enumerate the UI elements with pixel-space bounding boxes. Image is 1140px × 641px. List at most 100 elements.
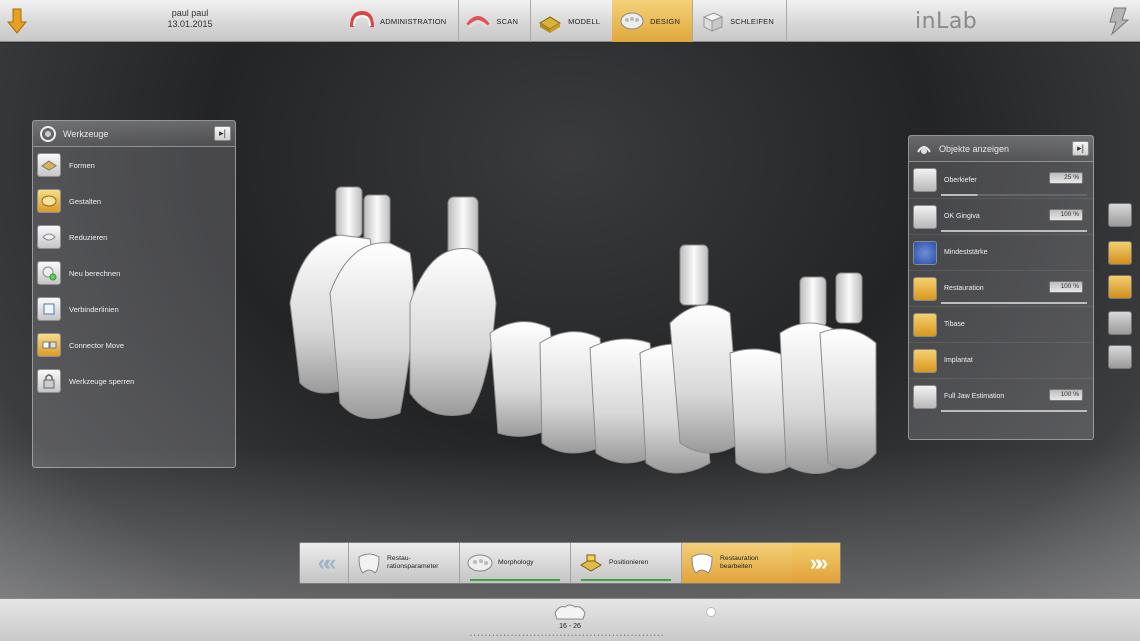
screenshot-icon[interactable] [1108,311,1132,335]
connector-move-icon [37,333,61,357]
step-label: Restau- rationsparameter [387,555,439,570]
object-label: Mindeststärke [944,249,988,256]
object-implantat[interactable]: Implantat [909,342,1093,378]
tab-label: MODELL [568,16,601,26]
tool-label: Formen [69,160,95,170]
objects-panel: Objekte anzeigen ▸| Oberkiefer 25 % OK G… [908,135,1094,440]
object-full-jaw-estimation[interactable]: Full Jaw Estimation 100 % [909,378,1093,414]
status-bar: 16 - 26 ••••••••••••••••••••••••••••••••… [0,598,1140,641]
user-info: paul paul 13.01.2015 [150,8,230,30]
object-label: Oberkiefer [944,176,977,184]
tab-scan[interactable]: SCAN [458,0,531,42]
opacity-slider[interactable] [941,410,1087,412]
lock-icon [37,369,61,393]
workflow-forward-button[interactable]: »» [792,543,840,583]
step-complete-bar [470,579,560,581]
tool-werkzeuge-sperren[interactable]: Werkzeuge sperren [33,363,235,399]
object-label: Implantat [944,357,973,364]
object-ok-gingiva[interactable]: OK Gingiva 100 % [909,198,1093,234]
opacity-slider[interactable] [941,194,1087,196]
tab-design[interactable]: DESIGN [612,0,694,42]
step-label: Morphology [498,559,534,566]
opacity-value[interactable]: 100 % [1049,209,1083,221]
brand-logo-icon[interactable] [1106,6,1130,36]
opacity-value[interactable]: 100 % [1049,281,1083,293]
tool-label: Neu berechnen [69,268,121,278]
top-bar: paul paul 13.01.2015 ADMINISTRATION SCAN [0,0,1140,42]
opacity-value[interactable]: 25 % [1049,172,1083,184]
arrow-down-icon [6,8,28,34]
object-restauration[interactable]: Restauration 100 % [909,270,1093,306]
step-restauration-bearbeiten[interactable]: Restauration bearbeiten [681,543,792,583]
tooth-design-icon [620,12,644,30]
tool-reduzieren[interactable]: Reduzieren [33,219,235,255]
gingiva-icon [913,204,937,229]
bridge-thumbnail-icon[interactable] [553,601,587,621]
object-mindeststaerke[interactable]: Mindeststärke [909,234,1093,270]
connector-lines-icon [37,297,61,321]
tab-label: SCHLEIFEN [730,16,774,26]
shape-icon [37,153,61,177]
tool-connector-move[interactable]: Connector Move [33,327,235,363]
restoration-icon [913,276,937,301]
tab-schleifen[interactable]: SCHLEIFEN [692,0,787,42]
eye-objects-icon [917,145,931,154]
tool-verbinderlinien[interactable]: Verbinderlinien [33,291,235,327]
model-icon [539,16,562,33]
tools-panel: Werkzeuge ▸| Formen Gestalten Reduzieren… [32,120,236,468]
full-jaw-icon [913,384,937,409]
ring-view-icon[interactable] [1108,241,1132,265]
tool-formen[interactable]: Formen [33,147,235,183]
objects-panel-title: Objekte anzeigen [939,143,1010,154]
tab-label: ADMINISTRATION [380,16,447,26]
design-icon [37,189,61,213]
workflow-bar: «« Restau- rationsparameter Morphology P… [299,542,841,584]
session-date: 13.01.2015 [167,19,213,29]
tab-administration[interactable]: ADMINISTRATION [342,0,460,42]
status-indicator [706,607,716,617]
dental-arch-icon [350,10,374,28]
panel-pin-button[interactable]: ▸| [1072,141,1089,156]
tab-label: SCAN [496,16,519,26]
object-tibase[interactable]: Tibase [909,306,1093,342]
upper-jaw-icon [913,168,937,192]
object-oberkiefer[interactable]: Oberkiefer 25 % [909,162,1093,198]
object-label: Full Jaw Estimation [944,393,1005,400]
restoration-bridge-model[interactable] [270,143,890,503]
view-cube-icon[interactable] [1108,203,1132,227]
tool-gestalten[interactable]: Gestalten [33,183,235,219]
object-label: Tibase [944,321,965,328]
tab-modell[interactable]: MODELL [530,0,614,42]
reduce-icon [37,225,61,249]
tab-label: DESIGN [650,16,681,26]
tibase-icon [913,312,937,337]
tooth-params-icon [358,553,380,574]
step-label: Positionieren [609,559,649,566]
position-icon [580,554,602,572]
double-chevron-left-icon: « [324,550,337,575]
step-label: Restauration bearbeiten [720,555,759,570]
model-view-icon[interactable] [1108,275,1132,299]
layers-icon[interactable] [1108,345,1132,369]
tool-label: Reduzieren [69,232,108,242]
tools-panel-title: Werkzeuge [63,128,109,139]
opacity-value[interactable]: 100 % [1049,389,1083,401]
workflow-back-button[interactable]: «« [300,543,348,583]
double-chevron-right-icon: » [816,550,829,575]
step-restaurationsparameter[interactable]: Restau- rationsparameter [348,543,459,583]
tool-neu-berechnen[interactable]: Neu berechnen [33,255,235,291]
brand-logo-text: inLab [915,9,978,34]
tool-label: Verbinderlinien [69,304,119,314]
user-name: paul paul [171,8,209,18]
scan-arch-icon [466,16,491,29]
tool-label: Connector Move [69,340,125,350]
step-morphology[interactable]: Morphology [459,543,570,583]
object-label: Restauration [944,285,984,292]
tools-ring-icon [40,125,56,142]
panel-pin-button[interactable]: ▸| [214,126,231,141]
back-arrow-button[interactable] [0,0,34,42]
morphology-icon [467,554,493,572]
opacity-slider[interactable] [941,302,1087,304]
opacity-slider[interactable] [941,230,1087,232]
step-positionieren[interactable]: Positionieren [570,543,681,583]
